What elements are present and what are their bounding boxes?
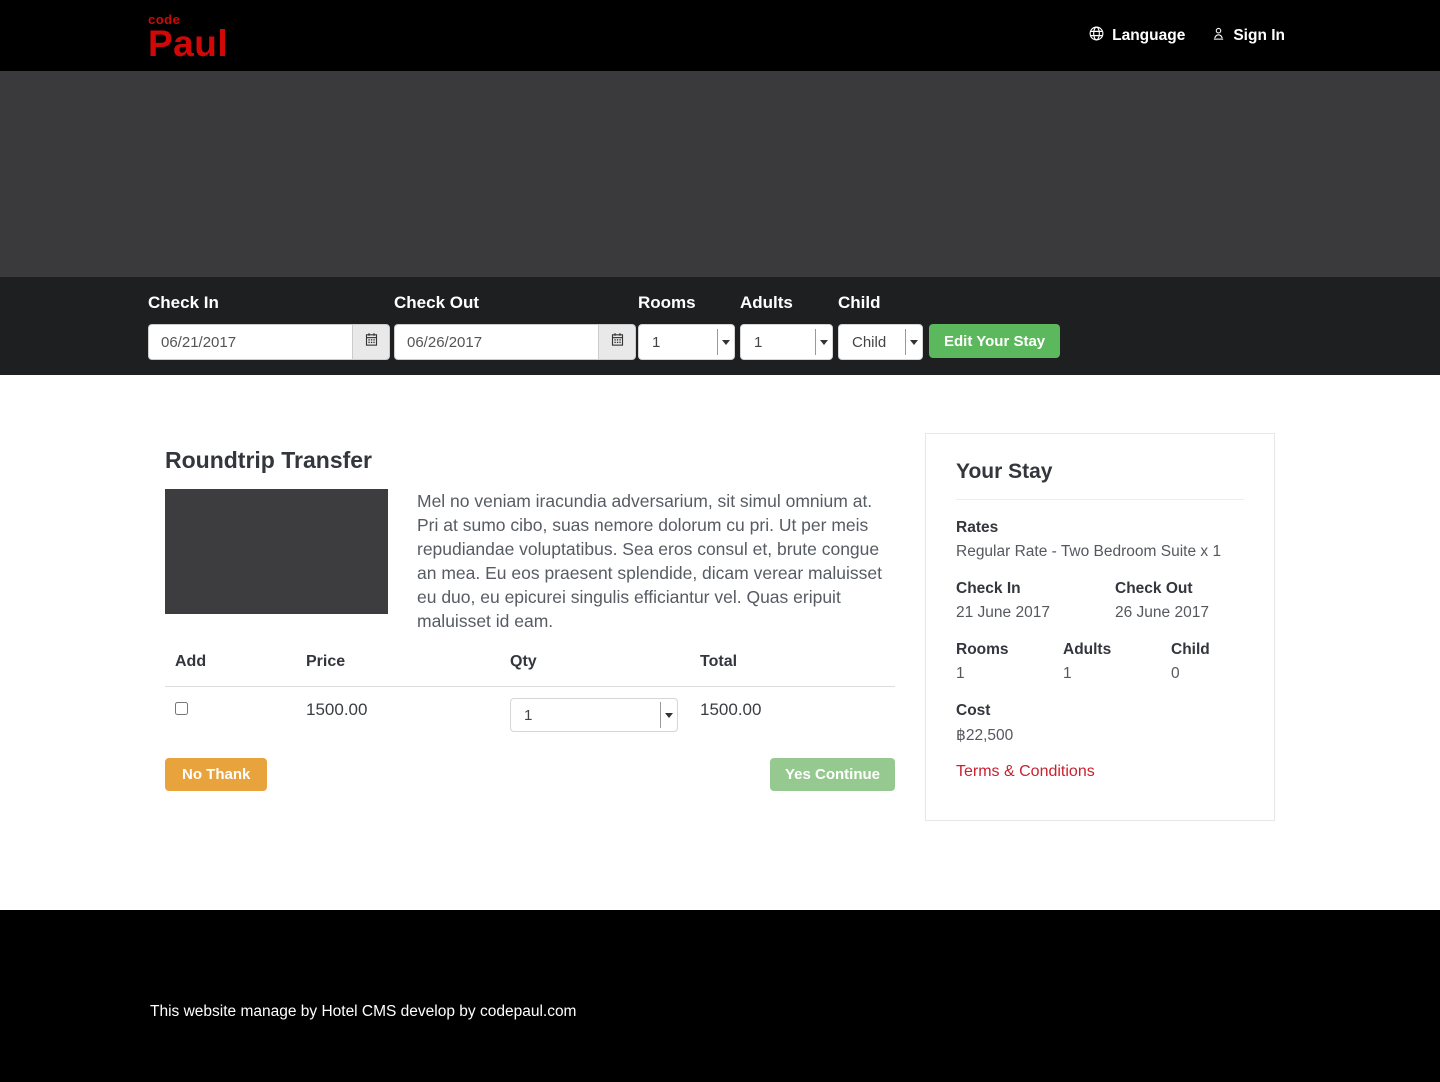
edit-your-stay-button[interactable]: Edit Your Stay xyxy=(929,324,1061,358)
your-stay-title: Your Stay xyxy=(956,460,1053,483)
stay-rooms: Rooms 1 xyxy=(956,641,1063,683)
chevron-down-icon xyxy=(660,702,677,728)
stay-check-out: Check Out 26 June 2017 xyxy=(1115,580,1244,622)
rooms-select-value: 1 xyxy=(652,333,661,351)
qty-select[interactable]: 1 xyxy=(510,698,678,732)
check-in-input[interactable] xyxy=(148,324,352,360)
stay-adults: Adults 1 xyxy=(1063,641,1171,683)
check-in-label: Check In xyxy=(148,293,219,312)
addon-media-row: Mel no veniam iracundia adversarium, sit… xyxy=(165,489,895,633)
calendar-icon xyxy=(364,332,379,352)
stay-check-in: Check In 21 June 2017 xyxy=(956,580,1115,622)
booking-bar: Check In Check Out Rooms Adults Child 06… xyxy=(0,277,1440,375)
rates-block: Rates Regular Rate - Two Bedroom Suite x… xyxy=(956,519,1244,561)
chevron-down-icon xyxy=(905,329,922,355)
adults-select-value: 1 xyxy=(754,333,763,351)
stay-check-out-label: Check Out xyxy=(1115,580,1193,597)
check-out-input[interactable] xyxy=(394,324,598,360)
check-out-calendar-button[interactable] xyxy=(598,324,636,360)
rooms-select[interactable]: 1 xyxy=(638,324,735,360)
page-title: Roundtrip Transfer xyxy=(165,447,373,473)
top-nav: code Paul Language Sign In xyxy=(0,0,1440,71)
occupancy-block: Rooms 1 Adults 1 Child 0 xyxy=(956,641,1244,683)
col-header-qty: Qty xyxy=(510,653,537,670)
dates-block: Check In 21 June 2017 Check Out 26 June … xyxy=(956,580,1244,622)
qty-select-value: 1 xyxy=(524,706,533,724)
stay-child-value: 0 xyxy=(1171,665,1180,682)
stay-adults-value: 1 xyxy=(1063,665,1072,682)
addon-image-placeholder xyxy=(165,489,388,614)
child-label: Child xyxy=(838,293,881,312)
main-content: Roundtrip Transfer Mel no veniam iracund… xyxy=(0,375,1440,910)
no-thank-button[interactable]: No Thank xyxy=(165,758,268,791)
hero-banner xyxy=(0,71,1440,277)
sign-in-button[interactable]: Sign In xyxy=(1211,26,1285,46)
card-divider xyxy=(956,499,1244,500)
stay-check-out-value: 26 June 2017 xyxy=(1115,604,1209,621)
action-buttons: No Thank Yes Continue xyxy=(165,758,895,791)
check-in-calendar-button[interactable] xyxy=(352,324,390,360)
chevron-down-icon xyxy=(717,329,734,355)
rates-label: Rates xyxy=(956,519,999,536)
your-stay-card: Your Stay Rates Regular Rate - Two Bedro… xyxy=(925,433,1275,821)
calendar-icon xyxy=(610,332,625,352)
cost-value: ฿22,500 xyxy=(956,727,1014,744)
check-out-group xyxy=(394,324,636,360)
cost-label: Cost xyxy=(956,702,991,719)
check-out-label: Check Out xyxy=(394,293,480,312)
nav-right: Language Sign In xyxy=(1088,0,1285,71)
footer-text: This website manage by Hotel CMS develop… xyxy=(150,1003,577,1020)
cost-block: Cost ฿22,500 xyxy=(956,702,1244,745)
terms-conditions-link[interactable]: Terms & Conditions xyxy=(956,763,1095,781)
adults-label: Adults xyxy=(740,293,793,312)
language-label: Language xyxy=(1112,26,1186,44)
stay-child-label: Child xyxy=(1171,641,1210,658)
rates-value: Regular Rate - Two Bedroom Suite x 1 xyxy=(956,543,1222,560)
logo-paul-text: Paul xyxy=(148,23,229,64)
col-header-add: Add xyxy=(175,653,207,670)
stay-rooms-label: Rooms xyxy=(956,641,1009,658)
stay-rooms-value: 1 xyxy=(956,665,965,682)
col-header-price: Price xyxy=(306,653,346,670)
addon-table-header: Add Price Qty Total xyxy=(165,647,895,687)
footer: This website manage by Hotel CMS develop… xyxy=(0,910,1440,1082)
rooms-label: Rooms xyxy=(638,293,696,312)
add-checkbox[interactable] xyxy=(175,702,188,715)
col-header-total: Total xyxy=(700,653,738,670)
user-icon xyxy=(1211,26,1226,46)
total-value: 1500.00 xyxy=(700,700,762,719)
stay-child: Child 0 xyxy=(1171,641,1244,683)
yes-continue-button[interactable]: Yes Continue xyxy=(769,758,895,791)
child-select[interactable]: Child xyxy=(838,324,923,360)
child-select-value: Child xyxy=(852,333,887,351)
table-row: 1500.00 1 1500.00 xyxy=(165,687,895,732)
stay-check-in-label: Check In xyxy=(956,580,1021,597)
price-value: 1500.00 xyxy=(306,700,368,719)
globe-icon xyxy=(1088,25,1105,47)
addon-table: Add Price Qty Total 1500.00 1 1500.00 xyxy=(165,647,895,732)
chevron-down-icon xyxy=(815,329,832,355)
stay-adults-label: Adults xyxy=(1063,641,1112,658)
language-menu[interactable]: Language xyxy=(1088,25,1185,47)
site-logo[interactable]: code Paul xyxy=(148,12,229,64)
addon-description: Mel no veniam iracundia adversarium, sit… xyxy=(417,491,882,631)
sign-in-label: Sign In xyxy=(1233,26,1285,44)
adults-select[interactable]: 1 xyxy=(740,324,833,360)
stay-check-in-value: 21 June 2017 xyxy=(956,604,1050,621)
check-in-group xyxy=(148,324,390,360)
